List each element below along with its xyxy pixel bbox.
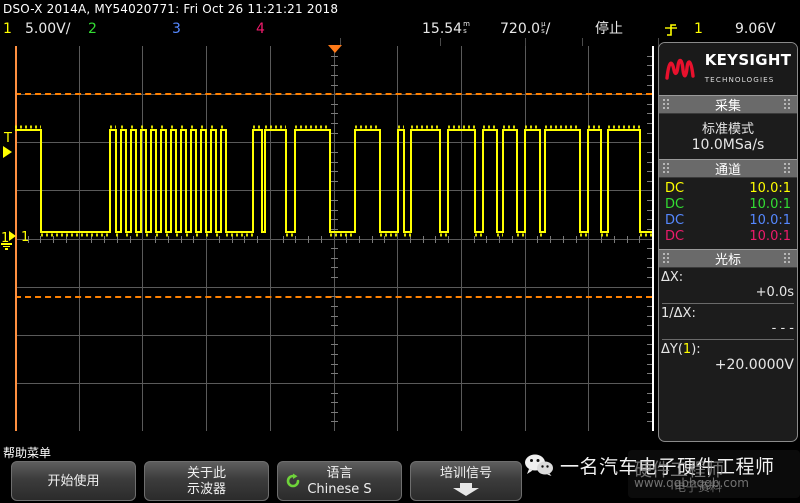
channel-1-indicator[interactable]: 1	[3, 19, 12, 40]
ground-symbol-icon	[1, 243, 12, 252]
channel-probe-ratio: 10.0:1	[749, 197, 791, 212]
down-arrow-icon	[411, 482, 521, 500]
channel-2-indicator[interactable]: 2	[88, 19, 97, 40]
channel-4-indicator[interactable]: 4	[256, 19, 265, 40]
channel-probe-ratio: 10.0:1	[749, 181, 791, 196]
acquire-mode[interactable]: 标准模式	[663, 118, 793, 137]
timebase-scale-value: 720.0	[500, 21, 541, 37]
cursor-dx-label: ΔX:	[661, 270, 684, 285]
cursors-section-body: ΔX: +0.0s 1/ΔX: - - - ΔY(1): +20.0000V	[659, 268, 797, 373]
timebase-position-value: 15.54	[422, 21, 463, 37]
wechat-icon	[524, 454, 554, 476]
softkey-label: 开始使用	[47, 474, 100, 489]
channel-1-waveform-trace	[15, 125, 652, 237]
menu-title: 帮助菜单	[3, 446, 52, 460]
keysight-brand: KEYSIGHT TECHNOLOGIES	[659, 43, 797, 95]
ground-marker-arrow[interactable]	[9, 231, 16, 241]
cursors-section-header[interactable]: 光标	[659, 249, 797, 268]
channels-section-body: DC 10.0:1 DC 10.0:1 DC 10.0:1 DC 10.0:1	[659, 178, 797, 249]
keysight-wave-logo-icon	[664, 56, 699, 82]
channel-coupling: DC	[665, 181, 685, 196]
acquire-sample-rate: 10.0MSa/s	[691, 137, 765, 153]
channel-coupling: DC	[665, 229, 685, 244]
brand-subtitle: TECHNOLOGIES	[704, 75, 775, 84]
acquire-title: 采集	[714, 99, 741, 114]
softkey-label-2: 示波器	[186, 482, 226, 497]
watermark: 一名汽车电子硬件工程师 硬件工程师 www.qqbhqgb.com 电子资料	[524, 450, 800, 500]
timebase-scale[interactable]: 720.0 µ s /	[500, 19, 550, 40]
channel-1-scale[interactable]: 5.00V/	[25, 19, 70, 40]
channel-3-indicator[interactable]: 3	[172, 19, 181, 40]
channel-probe-ratio: 10.0:1	[749, 229, 791, 244]
oscilloscope-screen: DSO-X 2014A, MY54020771: Fri Oct 26 11:2…	[0, 0, 800, 503]
drag-handle-right-icon	[784, 252, 793, 265]
drag-handle-right-icon	[784, 162, 793, 175]
keysight-brand-text: KEYSIGHT TECHNOLOGIES	[705, 52, 792, 86]
channel-label-in-grid: 1	[21, 230, 30, 245]
trigger-level-marker-label: T	[4, 131, 12, 146]
timebase-position[interactable]: 15.54 m s	[422, 19, 470, 40]
softkey-getting-started[interactable]: 开始使用	[11, 461, 136, 501]
cursors-title: 光标	[714, 253, 741, 268]
channel-row[interactable]: DC 10.0:1	[663, 197, 793, 213]
channel-row[interactable]: DC 10.0:1	[663, 181, 793, 197]
channel-coupling: DC	[665, 197, 685, 212]
watermark-url: www.qqbhqgb.com	[634, 476, 749, 490]
right-sidebar: KEYSIGHT TECHNOLOGIES 采集 标准模式 10.0MSa/s …	[658, 42, 798, 442]
watermark-ghost-text: 硬件工程师	[634, 460, 724, 481]
channel-row[interactable]: DC 10.0:1	[663, 213, 793, 229]
softkey-language[interactable]: 语言 Chinese S	[277, 461, 402, 501]
drag-handle-left-icon	[663, 252, 672, 265]
refresh-icon	[285, 473, 301, 489]
channel-row[interactable]: DC 10.0:1	[663, 229, 793, 245]
watermark-ghost-url: 电子资料	[674, 480, 723, 494]
trigger-level-marker-arrow[interactable]	[3, 146, 12, 158]
timebase-scale-unit: µs	[541, 20, 546, 35]
cursor-dy-label: ΔY(1):	[661, 342, 701, 357]
timebase-position-unit: ms	[463, 20, 470, 35]
cursor-invdx-value: - - -	[771, 321, 794, 336]
trigger-source[interactable]: 1	[694, 19, 703, 40]
drag-handle-left-icon	[663, 98, 672, 111]
softkey-label: 培训信号	[439, 466, 492, 481]
channels-section-header[interactable]: 通道	[659, 159, 797, 178]
softkey-bar: 开始使用 关于此 示波器 语言 Chinese S 培训信号	[3, 461, 523, 501]
softkey-about-oscilloscope[interactable]: 关于此 示波器	[144, 461, 269, 501]
run-state-label[interactable]: 停止	[595, 19, 623, 40]
channel-probe-ratio: 10.0:1	[749, 213, 791, 228]
trigger-rising-edge-icon	[665, 22, 678, 41]
brand-name: KEYSIGHT	[704, 51, 792, 70]
channel-coupling: DC	[665, 213, 685, 228]
softkey-label: 关于此	[186, 466, 226, 481]
cursor-dy-channel: 1	[682, 342, 692, 357]
cursor-invdx-label: 1/ΔX:	[661, 306, 696, 321]
trigger-level[interactable]: 9.06V	[735, 19, 776, 40]
channels-title: 通道	[714, 163, 741, 178]
instrument-title-bar: DSO-X 2014A, MY54020771: Fri Oct 26 11:2…	[0, 0, 800, 19]
acquire-section-body: 标准模式 10.0MSa/s	[659, 114, 797, 159]
cursor-dy-value: +20.0000V	[714, 357, 794, 373]
waveform-graticule[interactable]	[15, 45, 654, 431]
softkey-training-signal[interactable]: 培训信号	[410, 461, 522, 501]
drag-handle-left-icon	[663, 162, 672, 175]
drag-handle-right-icon	[784, 98, 793, 111]
watermark-text: 一名汽车电子硬件工程师	[560, 456, 775, 478]
acquire-section-header[interactable]: 采集	[659, 95, 797, 114]
cursor-dx-value: +0.0s	[755, 285, 794, 300]
timebase-scale-suffix: /	[545, 21, 551, 37]
header-bar: 1 5.00V/ 2 3 4 15.54 m s 720.0 µ s / 停止 1 9.0…	[0, 19, 800, 59]
